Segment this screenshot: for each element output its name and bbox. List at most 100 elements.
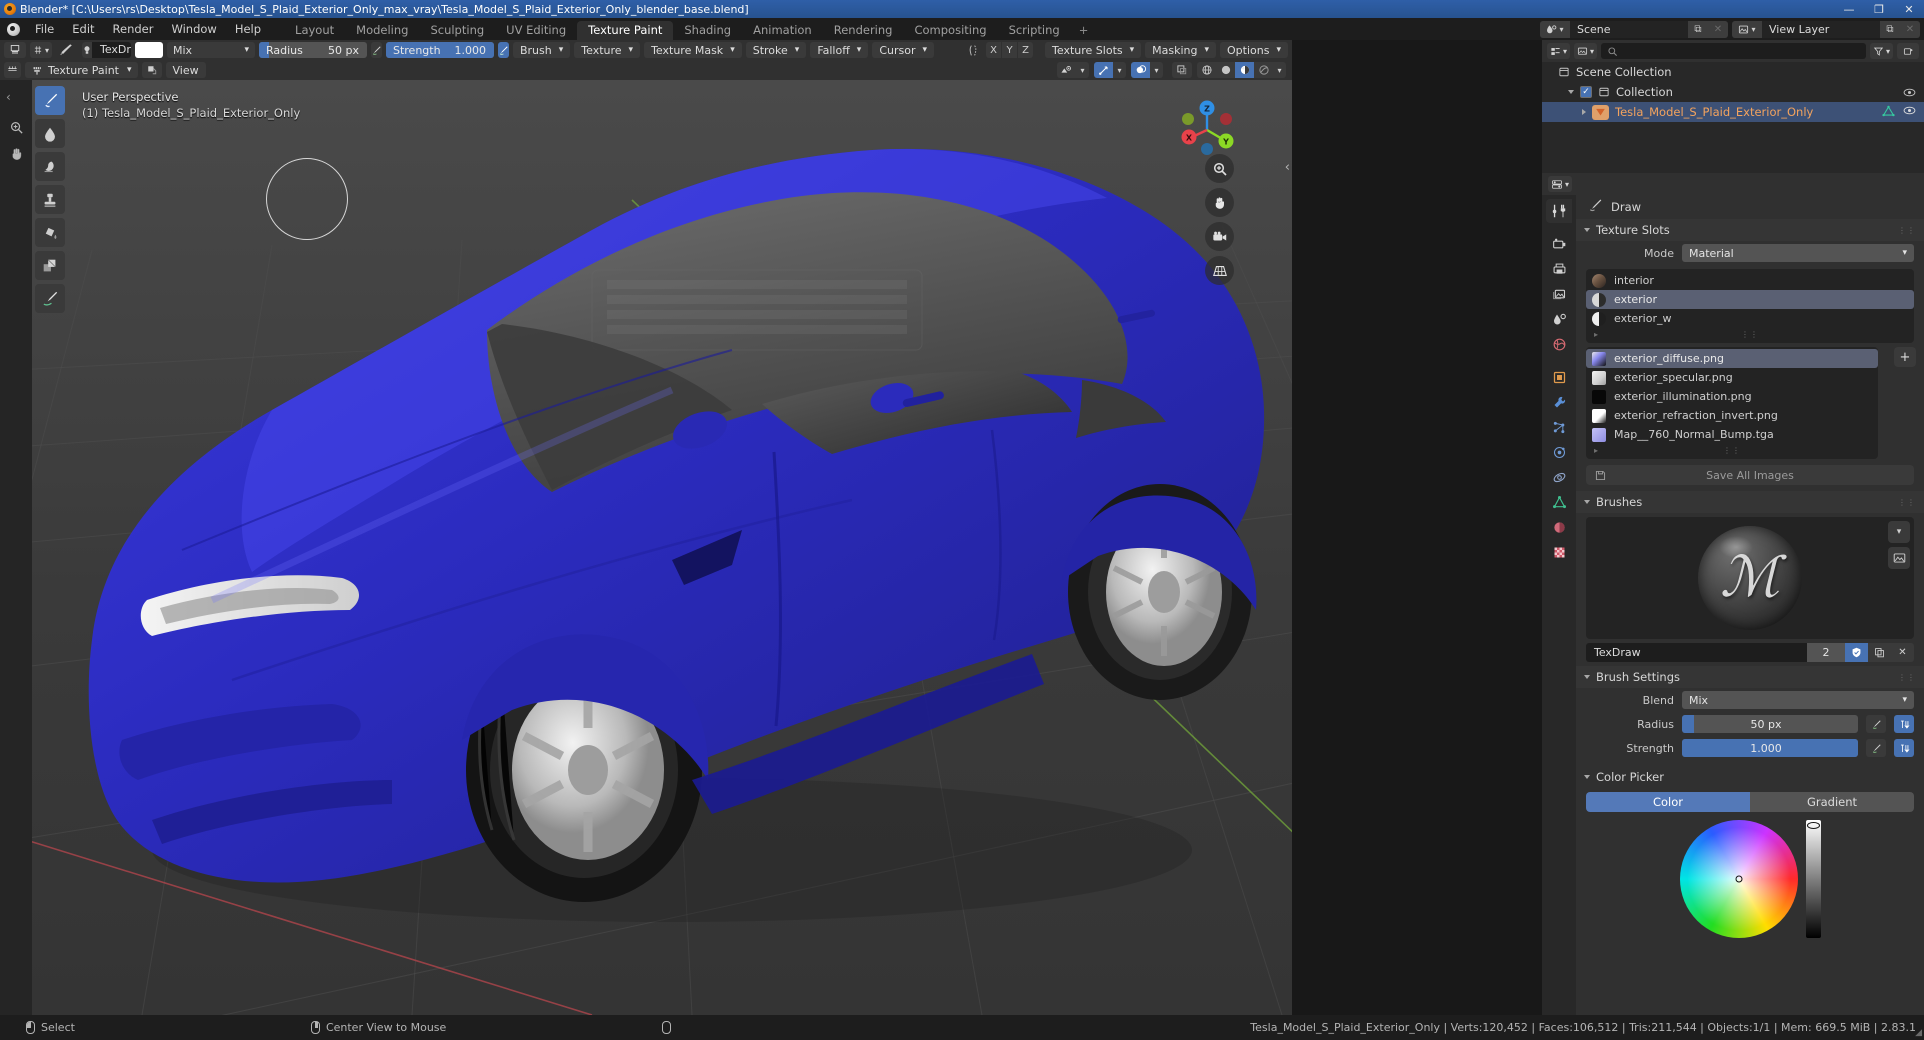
brush-users-count[interactable]: 2 [1807, 643, 1845, 662]
radius-unified-icon[interactable] [1894, 715, 1914, 733]
new-collection-icon[interactable] [1897, 43, 1919, 59]
properties-tab-object[interactable] [1546, 365, 1572, 389]
view-layer-name[interactable]: View Layer [1762, 20, 1880, 38]
strength-pressure-toggle[interactable] [497, 42, 509, 58]
properties-tab-material[interactable] [1546, 515, 1572, 539]
blend-mode-dropdown[interactable]: Mix ▾ [166, 42, 255, 58]
tab-shading[interactable]: Shading [673, 21, 742, 40]
shading-solid-button[interactable] [1216, 62, 1235, 78]
brush-name-value[interactable]: TexDraw [92, 42, 131, 58]
nav-zoom-icon[interactable] [5, 116, 27, 138]
tab-layout[interactable]: Layout [284, 21, 345, 40]
image-list-footer[interactable]: ▸ ⋮⋮ [1586, 444, 1878, 457]
visibility-dropdown-icon[interactable]: ▾ [1076, 62, 1089, 78]
radius-slider[interactable]: Radius 50 px [258, 42, 367, 58]
pan-hand-icon[interactable] [1205, 188, 1234, 217]
snapping-icon[interactable]: ▾ [30, 42, 52, 58]
list-item[interactable]: exterior_illumination.png [1586, 387, 1878, 406]
interaction-mode-dropdown[interactable]: Texture Paint ▾ [25, 62, 138, 78]
expand-object-icon[interactable] [1582, 109, 1586, 115]
panel-header-texture-slots[interactable]: Texture Slots ⋮⋮ [1576, 219, 1924, 241]
tool-annotate[interactable] [35, 284, 65, 313]
shading-rendered-button[interactable] [1254, 62, 1273, 78]
brush-datablock-name[interactable]: TexDraw [1586, 643, 1807, 662]
tab-scripting[interactable]: Scripting [998, 21, 1071, 40]
tab-modeling[interactable]: Modeling [345, 21, 419, 40]
xray-icon[interactable] [1172, 62, 1192, 78]
tab-animation[interactable]: Animation [742, 21, 823, 40]
strength-unified-icon[interactable] [1894, 739, 1914, 757]
3d-viewport[interactable]: User Perspective (1) Tesla_Model_S_Plaid… [32, 80, 1292, 1015]
add-texture-slot-button[interactable]: + [1894, 347, 1916, 367]
list-item[interactable]: Map__760_Normal_Bump.tga [1586, 425, 1878, 444]
properties-tab-physics[interactable] [1546, 440, 1572, 464]
outliner-row-tesla-object[interactable]: Tesla_Model_S_Plaid_Exterior_Only [1542, 102, 1924, 122]
unlink-scene-button[interactable]: ✕ [1708, 20, 1728, 38]
outliner-editor-type-icon[interactable]: ▾ [1547, 43, 1571, 59]
camera-icon[interactable] [1205, 222, 1234, 251]
radius-slider-prop[interactable]: 50 px [1682, 715, 1858, 733]
tab-color[interactable]: Color [1586, 792, 1750, 812]
color-wheel-cursor[interactable] [1735, 875, 1742, 883]
properties-tab-data[interactable] [1546, 490, 1572, 514]
tab-uv-editing[interactable]: UV Editing [495, 21, 577, 40]
remove-view-layer-button[interactable]: ✕ [1900, 20, 1920, 38]
tab-gradient[interactable]: Gradient [1750, 792, 1914, 812]
properties-tab-particles[interactable] [1546, 415, 1572, 439]
properties-editor-type-icon[interactable]: ▾ [1548, 176, 1573, 192]
properties-tab-render[interactable] [1546, 232, 1572, 256]
texture-image-list[interactable]: exterior_diffuse.png exterior_specular.p… [1586, 347, 1878, 459]
view-layer-selector[interactable]: ▾ View Layer ⧉ ✕ [1732, 20, 1920, 38]
symmetry-y-button[interactable]: Y [1002, 42, 1018, 58]
unlink-brush-icon[interactable]: ✕ [1891, 643, 1914, 662]
tool-smear[interactable] [35, 152, 65, 181]
symmetry-icon[interactable] [964, 42, 982, 58]
resize-grip-icon[interactable]: ◢ [1915, 1028, 1922, 1038]
tab-texture-paint[interactable]: Texture Paint [577, 21, 674, 40]
list-item[interactable]: exterior [1586, 290, 1914, 309]
properties-tab-tool[interactable] [1546, 199, 1572, 223]
blend-dropdown[interactable]: Mix ▾ [1682, 691, 1914, 709]
radius-pressure-icon[interactable] [1866, 715, 1886, 733]
strength-pressure-icon[interactable] [1866, 739, 1886, 757]
gizmo-selector[interactable]: ▾ [1094, 62, 1126, 78]
zoom-icon[interactable] [1205, 154, 1234, 183]
list-item[interactable]: exterior_specular.png [1586, 368, 1878, 387]
strength-slider-prop[interactable]: 1.000 [1682, 739, 1858, 757]
panel-header-brushes[interactable]: Brushes ⋮⋮ [1576, 491, 1924, 513]
material-slot-list[interactable]: interior exterior exterior_w ▸ ⋮⋮ [1586, 269, 1914, 343]
tool-clone[interactable] [35, 185, 65, 214]
tool-draw[interactable] [35, 86, 65, 115]
tool-fill[interactable] [35, 218, 65, 247]
active-tool-icon[interactable] [4, 42, 26, 58]
face-mask-toggle[interactable] [141, 62, 162, 78]
image-browse-icon[interactable] [1888, 547, 1910, 569]
gizmo-icon[interactable] [1094, 62, 1113, 78]
brush-preview[interactable]: ℳ ▾ [1586, 517, 1914, 639]
list-item[interactable]: exterior_w [1586, 309, 1914, 328]
visibility-icon[interactable] [1057, 62, 1076, 78]
value-slider[interactable] [1805, 820, 1821, 938]
shading-wireframe-button[interactable] [1197, 62, 1216, 78]
menu-edit[interactable]: Edit [63, 18, 103, 40]
object-visibility-eye-icon[interactable] [1903, 105, 1916, 119]
shading-dropdown-icon[interactable]: ▾ [1273, 62, 1286, 78]
panel-header-color-picker[interactable]: Color Picker [1576, 766, 1924, 788]
menu-help[interactable]: Help [226, 18, 270, 40]
texture-popover[interactable]: Texture ▾ [574, 42, 641, 58]
visibility-selector[interactable]: ▾ [1057, 62, 1089, 78]
tab-sculpting[interactable]: Sculpting [419, 21, 495, 40]
new-view-layer-button[interactable]: ⧉ [1880, 20, 1900, 38]
add-workspace-button[interactable]: + [1071, 21, 1097, 40]
collection-visibility-eye-icon[interactable] [1903, 87, 1916, 98]
collection-checkbox[interactable]: ✓ [1580, 86, 1592, 98]
mesh-data-icon[interactable] [1882, 105, 1895, 120]
app-menu-icon[interactable] [0, 18, 26, 40]
tab-compositing[interactable]: Compositing [903, 21, 997, 40]
shading-material-preview-button[interactable] [1235, 62, 1254, 78]
scene-selector[interactable]: ▾ Scene ⧉ ✕ [1540, 20, 1728, 38]
stroke-popover[interactable]: Stroke ▾ [745, 42, 807, 58]
maximize-button[interactable]: ❐ [1864, 0, 1894, 18]
save-all-images-button[interactable]: Save All Images [1586, 465, 1914, 485]
value-slider-handle[interactable] [1806, 822, 1820, 829]
